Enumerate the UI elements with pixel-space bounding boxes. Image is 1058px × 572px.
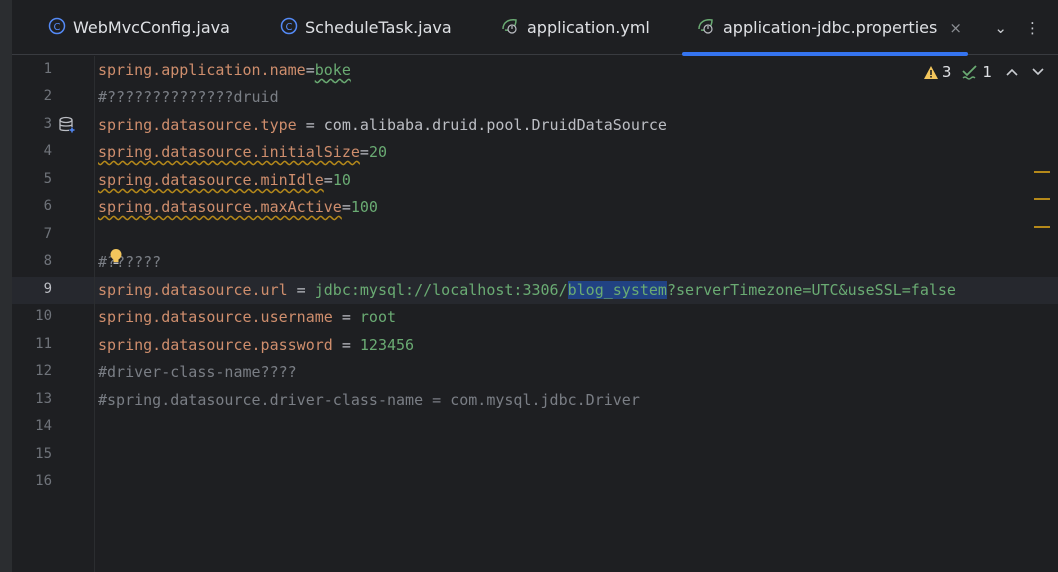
line-number: 5 xyxy=(43,171,52,187)
svg-text:C: C xyxy=(54,22,61,33)
tab-webmvcconfig[interactable]: C WebMvcConfig.java xyxy=(48,0,230,55)
selected-text: blog_system xyxy=(567,281,667,299)
operator: = xyxy=(305,61,315,79)
operator: = xyxy=(332,308,360,326)
code-line-2: #??????????????druid xyxy=(98,88,279,106)
property-value: 100 xyxy=(350,198,378,216)
operator: = xyxy=(296,116,324,134)
property-key: spring.datasource.maxActive xyxy=(98,198,342,216)
code-line-1: spring.application.name=boke xyxy=(98,57,351,84)
tab-application-jdbc-properties[interactable]: application-jdbc.properties × xyxy=(682,0,968,56)
line-number: 11 xyxy=(35,336,52,352)
line-number: 6 xyxy=(43,198,52,214)
line-number: 1 xyxy=(43,61,52,77)
tab-label: application.yml xyxy=(527,18,650,37)
line-number: 7 xyxy=(43,226,52,242)
warning-icon xyxy=(923,65,938,79)
operator: = xyxy=(323,171,333,189)
tab-label: ScheduleTask.java xyxy=(305,18,452,37)
editor-gutter: 1 2 3 4 5 6 7 8 9 10 11 12 13 14 15 16 xyxy=(12,56,95,572)
spring-config-icon xyxy=(500,17,520,39)
property-value: root xyxy=(359,308,397,326)
line-number: 15 xyxy=(35,446,52,462)
editor-tab-bar: C WebMvcConfig.java C ScheduleTask.java … xyxy=(12,0,1058,56)
line-number: 14 xyxy=(35,418,52,434)
tab-label: WebMvcConfig.java xyxy=(73,18,230,37)
operator: = xyxy=(359,143,369,161)
property-value: 123456 xyxy=(359,336,415,354)
property-key: spring.datasource.url xyxy=(98,281,288,299)
line-number: 4 xyxy=(43,143,52,159)
property-key: spring.datasource.username xyxy=(98,308,333,326)
property-value: 10 xyxy=(332,171,351,189)
datasource-icon[interactable] xyxy=(58,116,76,138)
line-number: 3 xyxy=(43,116,52,132)
property-value: boke xyxy=(314,61,351,79)
close-icon[interactable]: × xyxy=(949,19,962,37)
chevron-down-icon[interactable]: ⌄ xyxy=(994,19,1007,37)
code-line-9: spring.datasource.url = jdbc:mysql://loc… xyxy=(98,277,956,304)
property-key: spring.datasource.type xyxy=(98,116,297,134)
code-line-13: #spring.datasource.driver-class-name = c… xyxy=(98,391,640,409)
java-class-icon: C xyxy=(48,17,66,39)
property-key: spring.datasource.initialSize xyxy=(98,143,360,161)
operator: = xyxy=(287,281,315,299)
line-number: 8 xyxy=(43,253,52,269)
weak-warnings-count-label: 1 xyxy=(982,63,992,81)
operator: = xyxy=(332,336,360,354)
left-strip xyxy=(0,0,12,572)
property-value: com.alibaba.druid.pool.DruidDataSource xyxy=(323,116,667,134)
line-number: 12 xyxy=(35,363,52,379)
code-line-4: spring.datasource.initialSize=20 xyxy=(98,139,387,166)
weak-warning-check-icon xyxy=(962,65,978,80)
code-line-3: spring.datasource.type = com.alibaba.dru… xyxy=(98,112,667,139)
svg-text:C: C xyxy=(286,22,293,33)
line-number: 10 xyxy=(35,308,52,324)
property-value: jdbc:mysql://localhost:3306/ xyxy=(314,281,568,299)
code-line-10: spring.datasource.username = root xyxy=(98,304,396,331)
lightbulb-icon[interactable] xyxy=(108,248,124,270)
line-number: 16 xyxy=(35,473,52,489)
warning-marker[interactable] xyxy=(1034,226,1050,228)
line-number: 2 xyxy=(43,88,52,104)
inspection-widget[interactable]: 3 1 xyxy=(913,60,1044,84)
warnings-count-label: 3 xyxy=(941,63,952,81)
more-options-icon[interactable]: ⋮ xyxy=(1025,19,1040,37)
warning-marker[interactable] xyxy=(1034,171,1050,173)
tab-label: application-jdbc.properties xyxy=(723,18,938,37)
code-line-6: spring.datasource.maxActive=100 xyxy=(98,194,378,221)
property-value: ?serverTimezone=UTC&useSSL=false xyxy=(666,281,956,299)
operator: = xyxy=(341,198,351,216)
warning-marker[interactable] xyxy=(1034,198,1050,200)
line-number: 13 xyxy=(35,391,52,407)
property-key: spring.datasource.minIdle xyxy=(98,171,324,189)
code-line-12: #driver-class-name???? xyxy=(98,363,297,381)
tab-scheduletask[interactable]: C ScheduleTask.java xyxy=(280,0,452,55)
property-value: 20 xyxy=(368,143,387,161)
warnings-count[interactable]: 3 xyxy=(923,63,952,81)
property-key: spring.datasource.password xyxy=(98,336,333,354)
code-editor[interactable]: spring.application.name=boke #??????????… xyxy=(96,56,1058,572)
property-key: spring.application.name xyxy=(98,61,306,79)
line-number-current: 9 xyxy=(43,281,52,297)
code-line-5: spring.datasource.minIdle=10 xyxy=(98,167,351,194)
java-class-icon: C xyxy=(280,17,298,39)
chevron-down-icon[interactable] xyxy=(1032,65,1044,80)
weak-warnings-count[interactable]: 1 xyxy=(961,63,992,81)
tab-application-yml[interactable]: application.yml xyxy=(500,0,650,55)
chevron-up-icon[interactable] xyxy=(1006,65,1018,80)
spring-config-icon xyxy=(696,17,716,39)
code-line-11: spring.datasource.password = 123456 xyxy=(98,332,414,359)
tab-actions: ⌄ ⋮ xyxy=(994,0,1058,55)
